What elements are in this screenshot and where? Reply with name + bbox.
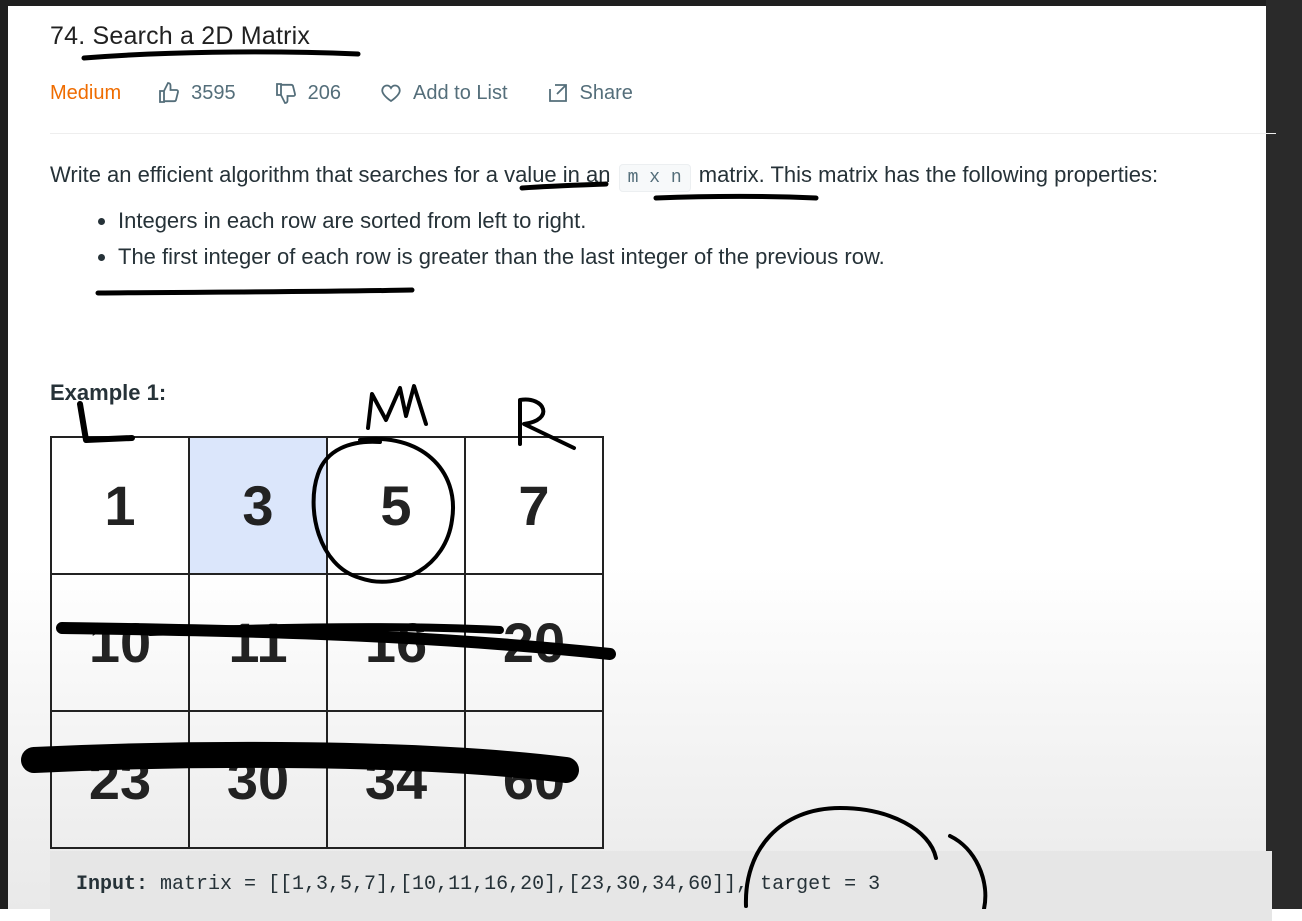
- problem-page: 74. Search a 2D Matrix Medium 3595 206 A…: [8, 6, 1276, 921]
- matrix-cell: 60: [464, 710, 604, 849]
- matrix-cell: 30: [188, 710, 328, 849]
- share-icon: [548, 84, 567, 102]
- dimension-code: m x n: [618, 164, 691, 192]
- share-button[interactable]: Share: [546, 81, 633, 105]
- matrix-cell: 7: [464, 436, 604, 575]
- input-label: Input:: [76, 873, 149, 896]
- example-matrix: 1 3 5 7 10 11 16 20 23 30 34 60: [50, 436, 604, 849]
- add-to-list-label: Add to List: [413, 81, 508, 104]
- thumbs-down-icon: [275, 83, 296, 104]
- list-item: The first integer of each row is greater…: [118, 244, 885, 270]
- heart-icon: [381, 84, 401, 103]
- example-input-line: Input: matrix = [[1,3,5,7],[10,11,16,20]…: [76, 873, 880, 896]
- example-input-box: Input: matrix = [[1,3,5,7],[10,11,16,20]…: [50, 851, 1272, 921]
- add-to-list-button[interactable]: Add to List: [379, 81, 508, 105]
- dislike-button[interactable]: 206: [274, 81, 341, 105]
- example-title: Example 1:: [50, 380, 167, 405]
- list-item: Integers in each row are sorted from lef…: [118, 208, 885, 234]
- problem-description: Write an efficient algorithm that search…: [50, 162, 1159, 192]
- matrix-cell: 23: [50, 710, 190, 849]
- header-divider: [50, 133, 1276, 134]
- matrix-cell: 34: [326, 710, 466, 849]
- matrix-cell: 5: [326, 436, 466, 575]
- matrix-cell: 10: [50, 573, 190, 712]
- matrix-cell: 1: [50, 436, 190, 575]
- problem-meta-bar: Medium 3595 206 Add to List Share: [50, 78, 671, 108]
- description-after: matrix. This matrix has the following pr…: [698, 162, 1159, 187]
- share-label: Share: [579, 81, 633, 104]
- description-before: Write an efficient algorithm that search…: [50, 162, 611, 187]
- problem-title: 74. Search a 2D Matrix: [50, 22, 311, 50]
- matrix-cell: 20: [464, 573, 604, 712]
- difficulty-badge: Medium: [50, 81, 122, 104]
- window-left-edge: [0, 0, 8, 909]
- matrix-cell: 16: [326, 573, 466, 712]
- like-count: 3595: [191, 81, 236, 104]
- input-text: matrix = [[1,3,5,7],[10,11,16,20],[23,30…: [148, 873, 881, 896]
- matrix-row: 23 30 34 60: [50, 710, 604, 849]
- dislike-count: 206: [307, 81, 342, 104]
- properties-list: Integers in each row are sorted from lef…: [78, 208, 885, 280]
- matrix-row: 1 3 5 7: [50, 436, 604, 575]
- matrix-row: 10 11 16 20: [50, 573, 604, 712]
- thumbs-up-icon: [159, 82, 180, 103]
- like-button[interactable]: 3595: [157, 81, 236, 105]
- matrix-cell: 11: [188, 573, 328, 712]
- matrix-cell-highlighted: 3: [188, 436, 328, 575]
- window-right-edge: [1266, 0, 1302, 909]
